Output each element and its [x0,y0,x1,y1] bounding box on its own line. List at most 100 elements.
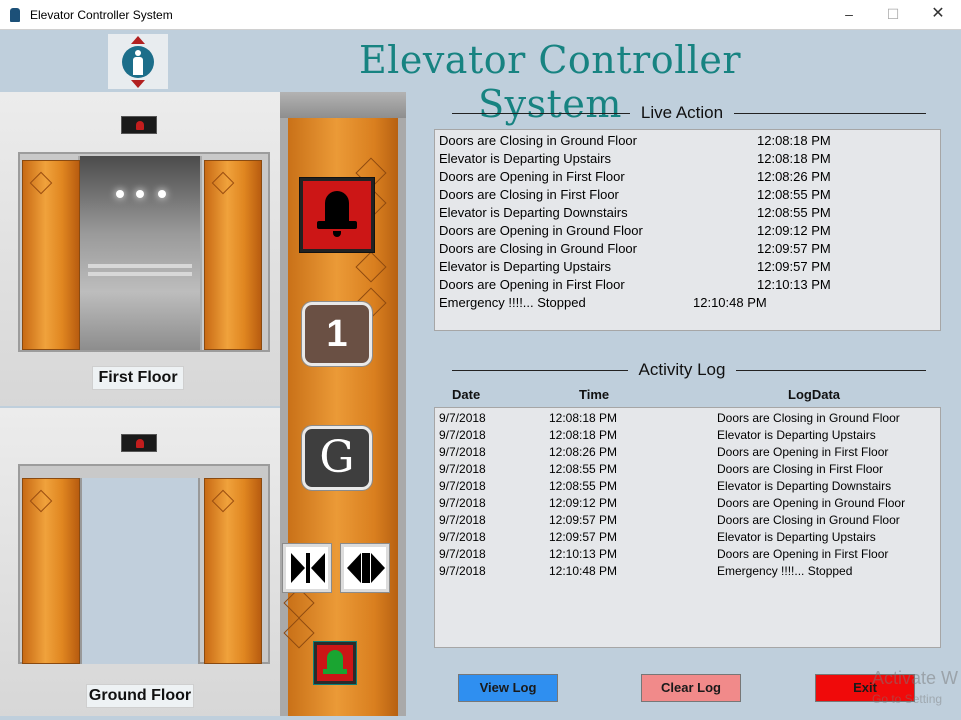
panel-ornament [283,587,315,619]
call-bell-button[interactable] [313,641,357,685]
activity-log-table[interactable]: 9/7/2018 12:08:18 PM Doors are Closing in … [434,407,941,648]
cell-date: 9/7/2018 [439,428,486,442]
table-row[interactable]: 9/7/2018 12:08:18 PM Doors are Closing in … [439,411,939,428]
list-item: Emergency !!!!... Stopped 12:10:48 PM [439,295,939,313]
divider [452,370,628,371]
list-item: Doors are Closing in Ground Floor 12:09:5… [439,241,939,259]
event-text: Elevator is Departing Downstairs [439,205,628,220]
table-row[interactable]: 9/7/2018 12:09:57 PM Doors are Closing in … [439,513,939,530]
cabin-rail [88,264,192,268]
cell-date: 9/7/2018 [439,513,486,527]
clear-log-button[interactable]: Clear Log [641,674,741,702]
live-action-list[interactable]: Doors are Closing in Ground Floor 12:08:1… [434,129,941,331]
event-text: Doors are Opening in Ground Floor [439,223,643,238]
list-item: Doors are Opening in First Floor 12:10:13… [439,277,939,295]
cabin-rail [88,272,192,276]
minimize-button[interactable]: – [826,0,872,30]
event-text: Doors are Closing in Ground Floor [439,133,637,148]
cell-time: 12:09:57 PM [549,513,618,527]
event-time: 12:10:13 PM [757,277,831,292]
cell-time: 12:10:48 PM [549,564,618,578]
list-item: Elevator is Departing Upstairs 12:08:18 P… [439,151,939,169]
cell-logdata: Elevator is Departing Upstairs [717,530,876,544]
view-log-button[interactable]: View Log [458,674,558,702]
close-doors-button[interactable] [282,543,332,593]
first-floor-label: First Floor [92,366,184,390]
close-button[interactable]: ✕ [915,0,961,30]
bell-icon [136,121,144,130]
right-door [204,478,262,664]
list-item: Doors are Opening in First Floor 12:08:26… [439,169,939,187]
table-row[interactable]: 9/7/2018 12:10:48 PM Emergency !!!!... Sto… [439,564,939,581]
open-doors-icon [347,553,361,583]
table-row[interactable]: 9/7/2018 12:10:13 PM Doors are Opening in … [439,547,939,564]
event-time: 12:09:57 PM [757,259,831,274]
table-row[interactable]: 9/7/2018 12:09:57 PM Elevator is Departing… [439,530,939,547]
left-door [22,478,80,664]
close-doors-icon [311,553,325,583]
maximize-button[interactable]: ☐ [870,0,916,30]
first-floor-view: First Floor [0,92,280,406]
left-door [22,160,80,350]
floor-g-button[interactable]: G [301,425,373,491]
cell-time: 12:08:18 PM [549,411,618,425]
event-time: 12:08:26 PM [757,169,831,184]
event-text: Elevator is Departing Upstairs [439,151,611,166]
ground-floor-view: Ground Floor [0,408,280,716]
event-text: Emergency !!!!... Stopped [439,295,586,310]
cell-date: 9/7/2018 [439,496,486,510]
arrow-up-icon [131,36,145,44]
title-bar: Elevator Controller System – ☐ ✕ [0,0,961,30]
cell-date: 9/7/2018 [439,564,486,578]
cell-time: 12:08:18 PM [549,428,618,442]
cell-logdata: Doors are Opening in First Floor [717,445,889,459]
door-bar [306,553,310,583]
cell-logdata: Doors are Closing in Ground Floor [717,411,900,425]
cell-time: 12:09:12 PM [549,496,618,510]
panel-ornament [355,251,387,283]
event-time: 12:08:55 PM [757,187,831,202]
ground-floor-label: Ground Floor [86,684,194,708]
cell-date: 9/7/2018 [439,547,486,561]
cell-logdata: Doors are Opening in First Floor [717,547,889,561]
event-time: 12:08:18 PM [757,133,831,148]
cell-logdata: Emergency !!!!... Stopped [717,564,853,578]
green-bell-icon [327,650,343,670]
floor-1-button[interactable]: 1 [301,301,373,367]
activation-watermark: Activate W [872,668,959,688]
floor-indicator [121,116,157,134]
cell-time: 12:09:57 PM [549,530,618,544]
event-text: Doors are Opening in First Floor [439,277,625,292]
column-header-logdata[interactable]: LogData [788,387,840,402]
column-header-time[interactable]: Time [579,387,609,402]
cell-date: 9/7/2018 [439,479,486,493]
event-text: Elevator is Departing Upstairs [439,259,611,274]
panel-ornament [283,617,315,649]
close-doors-icon [291,553,305,583]
activation-watermark-sub: Go to Setting [872,692,943,706]
list-item: Elevator is Departing Downstairs 12:08:55… [439,205,939,223]
cell-date: 9/7/2018 [439,462,486,476]
table-row[interactable]: 9/7/2018 12:09:12 PM Doors are Opening in … [439,496,939,513]
app-window: Elevator Controller System – ☐ ✕ Elevato… [0,0,961,720]
table-row[interactable]: 9/7/2018 12:08:55 PM Elevator is Departing… [439,479,939,496]
app-icon [10,8,20,22]
open-doors-button[interactable] [340,543,390,593]
event-time: 12:08:55 PM [757,205,831,220]
green-bell-icon-base [323,669,347,674]
list-item: Doors are Closing in First Floor 12:08:55… [439,187,939,205]
open-doors-icon [371,553,385,583]
right-door [204,160,262,350]
divider [734,113,926,114]
alarm-button[interactable] [299,177,375,253]
table-row[interactable]: 9/7/2018 12:08:26 PM Doors are Opening in … [439,445,939,462]
cell-logdata: Elevator is Departing Upstairs [717,428,876,442]
closed-door-panel [80,478,200,664]
table-row[interactable]: 9/7/2018 12:08:18 PM Elevator is Departing… [439,428,939,445]
divider [736,370,926,371]
column-header-date[interactable]: Date [452,387,480,402]
cell-logdata: Elevator is Departing Downstairs [717,479,892,493]
table-row[interactable]: 9/7/2018 12:08:55 PM Doors are Closing in … [439,462,939,479]
cell-date: 9/7/2018 [439,411,486,425]
live-action-title: Live Action [640,103,724,122]
